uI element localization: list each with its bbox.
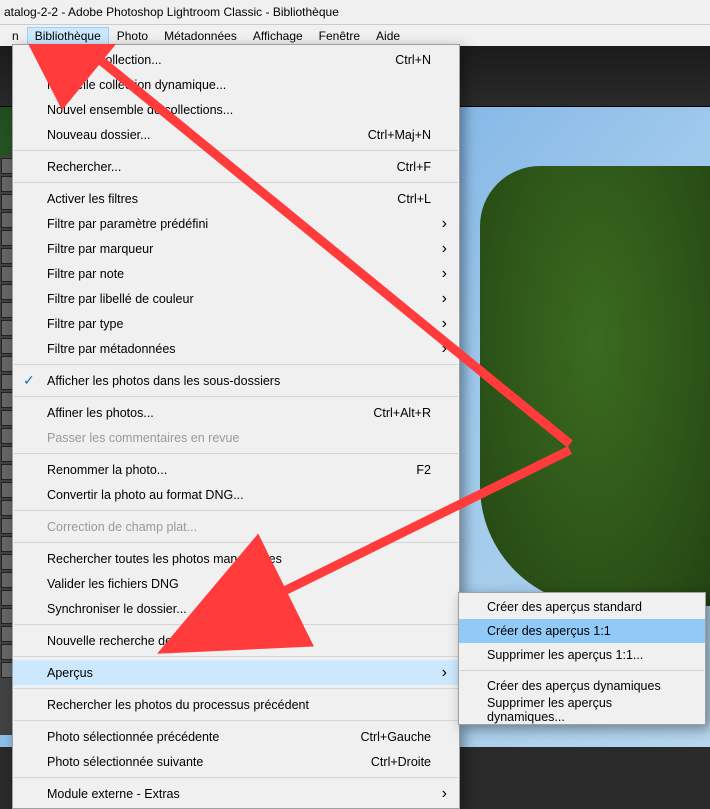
menu-edition-trunc[interactable]: n	[4, 27, 27, 45]
item-filtre-marqueur[interactable]: Filtre par marqueur	[13, 236, 459, 261]
item-activer-filtres[interactable]: Activer les filtres Ctrl+L	[13, 186, 459, 211]
subitem-supprimer-dynamiques[interactable]: Supprimer les aperçus dynamiques...	[459, 698, 705, 722]
menu-affichage[interactable]: Affichage	[245, 27, 311, 45]
item-filtre-note[interactable]: Filtre par note	[13, 261, 459, 286]
dropdown-bibliotheque: Nouvelle collection... Ctrl+N Nouvelle c…	[12, 44, 460, 809]
item-module-externe[interactable]: Module externe - Extras	[13, 781, 459, 806]
item-photo-precedente[interactable]: Photo sélectionnée précédente Ctrl+Gauch…	[13, 724, 459, 749]
item-filtre-type[interactable]: Filtre par type	[13, 311, 459, 336]
item-nouvel-ensemble[interactable]: Nouvel ensemble de collections...	[13, 97, 459, 122]
item-photo-suivante[interactable]: Photo sélectionnée suivante Ctrl+Droite	[13, 749, 459, 774]
item-convertir-dng[interactable]: Convertir la photo au format DNG...	[13, 482, 459, 507]
menu-metadonnees[interactable]: Métadonnées	[156, 27, 245, 45]
item-afficher-sous-dossiers[interactable]: Afficher les photos dans les sous-dossie…	[13, 368, 459, 393]
item-nouvelle-collection-dyn[interactable]: Nouvelle collection dynamique...	[13, 72, 459, 97]
item-renommer-photo[interactable]: Renommer la photo... F2	[13, 457, 459, 482]
menu-fenetre[interactable]: Fenêtre	[311, 27, 368, 45]
subitem-creer-standard[interactable]: Créer des aperçus standard	[459, 595, 705, 619]
item-recherche-visages[interactable]: Nouvelle recherche de visages...	[13, 628, 459, 653]
menu-bibliotheque[interactable]: Bibliothèque	[27, 27, 109, 45]
subitem-creer-dynamiques[interactable]: Créer des aperçus dynamiques	[459, 674, 705, 698]
item-rechercher-processus-precedent[interactable]: Rechercher les photos du processus précé…	[13, 692, 459, 717]
subitem-creer-1-1[interactable]: Créer des aperçus 1:1	[459, 619, 705, 643]
item-rechercher[interactable]: Rechercher... Ctrl+F	[13, 154, 459, 179]
item-nouveau-dossier[interactable]: Nouveau dossier... Ctrl+Maj+N	[13, 122, 459, 147]
window-title: atalog-2-2 - Adobe Photoshop Lightroom C…	[0, 0, 710, 25]
item-filtre-metadonnees[interactable]: Filtre par métadonnées	[13, 336, 459, 361]
submenu-apercus: Créer des aperçus standard Créer des ape…	[458, 592, 706, 725]
menu-photo[interactable]: Photo	[109, 27, 156, 45]
menu-aide[interactable]: Aide	[368, 27, 408, 45]
item-valider-dng[interactable]: Valider les fichiers DNG	[13, 571, 459, 596]
item-filtre-parametre[interactable]: Filtre par paramètre prédéfini	[13, 211, 459, 236]
subitem-supprimer-1-1[interactable]: Supprimer les aperçus 1:1...	[459, 643, 705, 667]
item-synchroniser-dossier[interactable]: Synchroniser le dossier...	[13, 596, 459, 621]
item-filtre-couleur[interactable]: Filtre par libellé de couleur	[13, 286, 459, 311]
item-correction-champ-plat: Correction de champ plat...	[13, 514, 459, 539]
item-passer-commentaires: Passer les commentaires en revue	[13, 425, 459, 450]
item-nouvelle-collection[interactable]: Nouvelle collection... Ctrl+N	[13, 47, 459, 72]
item-affiner-photos[interactable]: Affiner les photos... Ctrl+Alt+R	[13, 400, 459, 425]
item-rechercher-manquantes[interactable]: Rechercher toutes les photos manquantes	[13, 546, 459, 571]
item-apercus[interactable]: Aperçus	[13, 660, 459, 685]
